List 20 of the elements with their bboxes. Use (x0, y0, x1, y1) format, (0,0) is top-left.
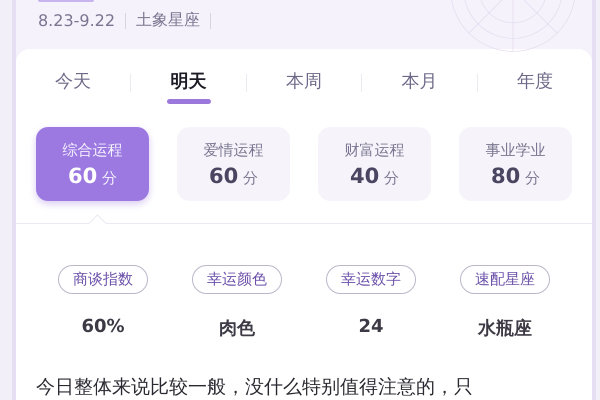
indicator-label: 速配星座 (460, 265, 550, 294)
fortune-category-card[interactable]: 财富运程 40 分 (318, 127, 431, 201)
period-tab[interactable]: 本月 (362, 62, 477, 104)
fortune-description: 今日整体来说比较一般，没什么特别值得注意的，只 (36, 375, 474, 400)
indicator-value: 水瓶座 (478, 317, 532, 340)
date-range: 8.23-9.22 (38, 11, 116, 30)
period-tab[interactable]: 本周 (246, 62, 362, 104)
indicator-label: 幸运数字 (326, 265, 416, 294)
fortune-category-card[interactable]: 事业学业 80 分 (459, 127, 572, 201)
fortune-category-card[interactable]: 综合运程 60 分 (36, 127, 149, 201)
period-tab[interactable]: 年度 (478, 62, 592, 104)
indicator-value: 24 (358, 316, 384, 337)
indicator-label: 幸运颜色 (192, 265, 282, 294)
fortune-category-card[interactable]: 爱情运程 60 分 (177, 127, 290, 201)
element-label: 土象星座 (136, 10, 200, 31)
indicator-value: 60% (81, 316, 125, 337)
period-tab[interactable]: 今天 (16, 62, 130, 104)
indicator-value: 肉色 (219, 317, 255, 340)
indicator-label: 商谈指数 (58, 265, 148, 294)
period-tab[interactable]: 明天 (131, 62, 246, 104)
